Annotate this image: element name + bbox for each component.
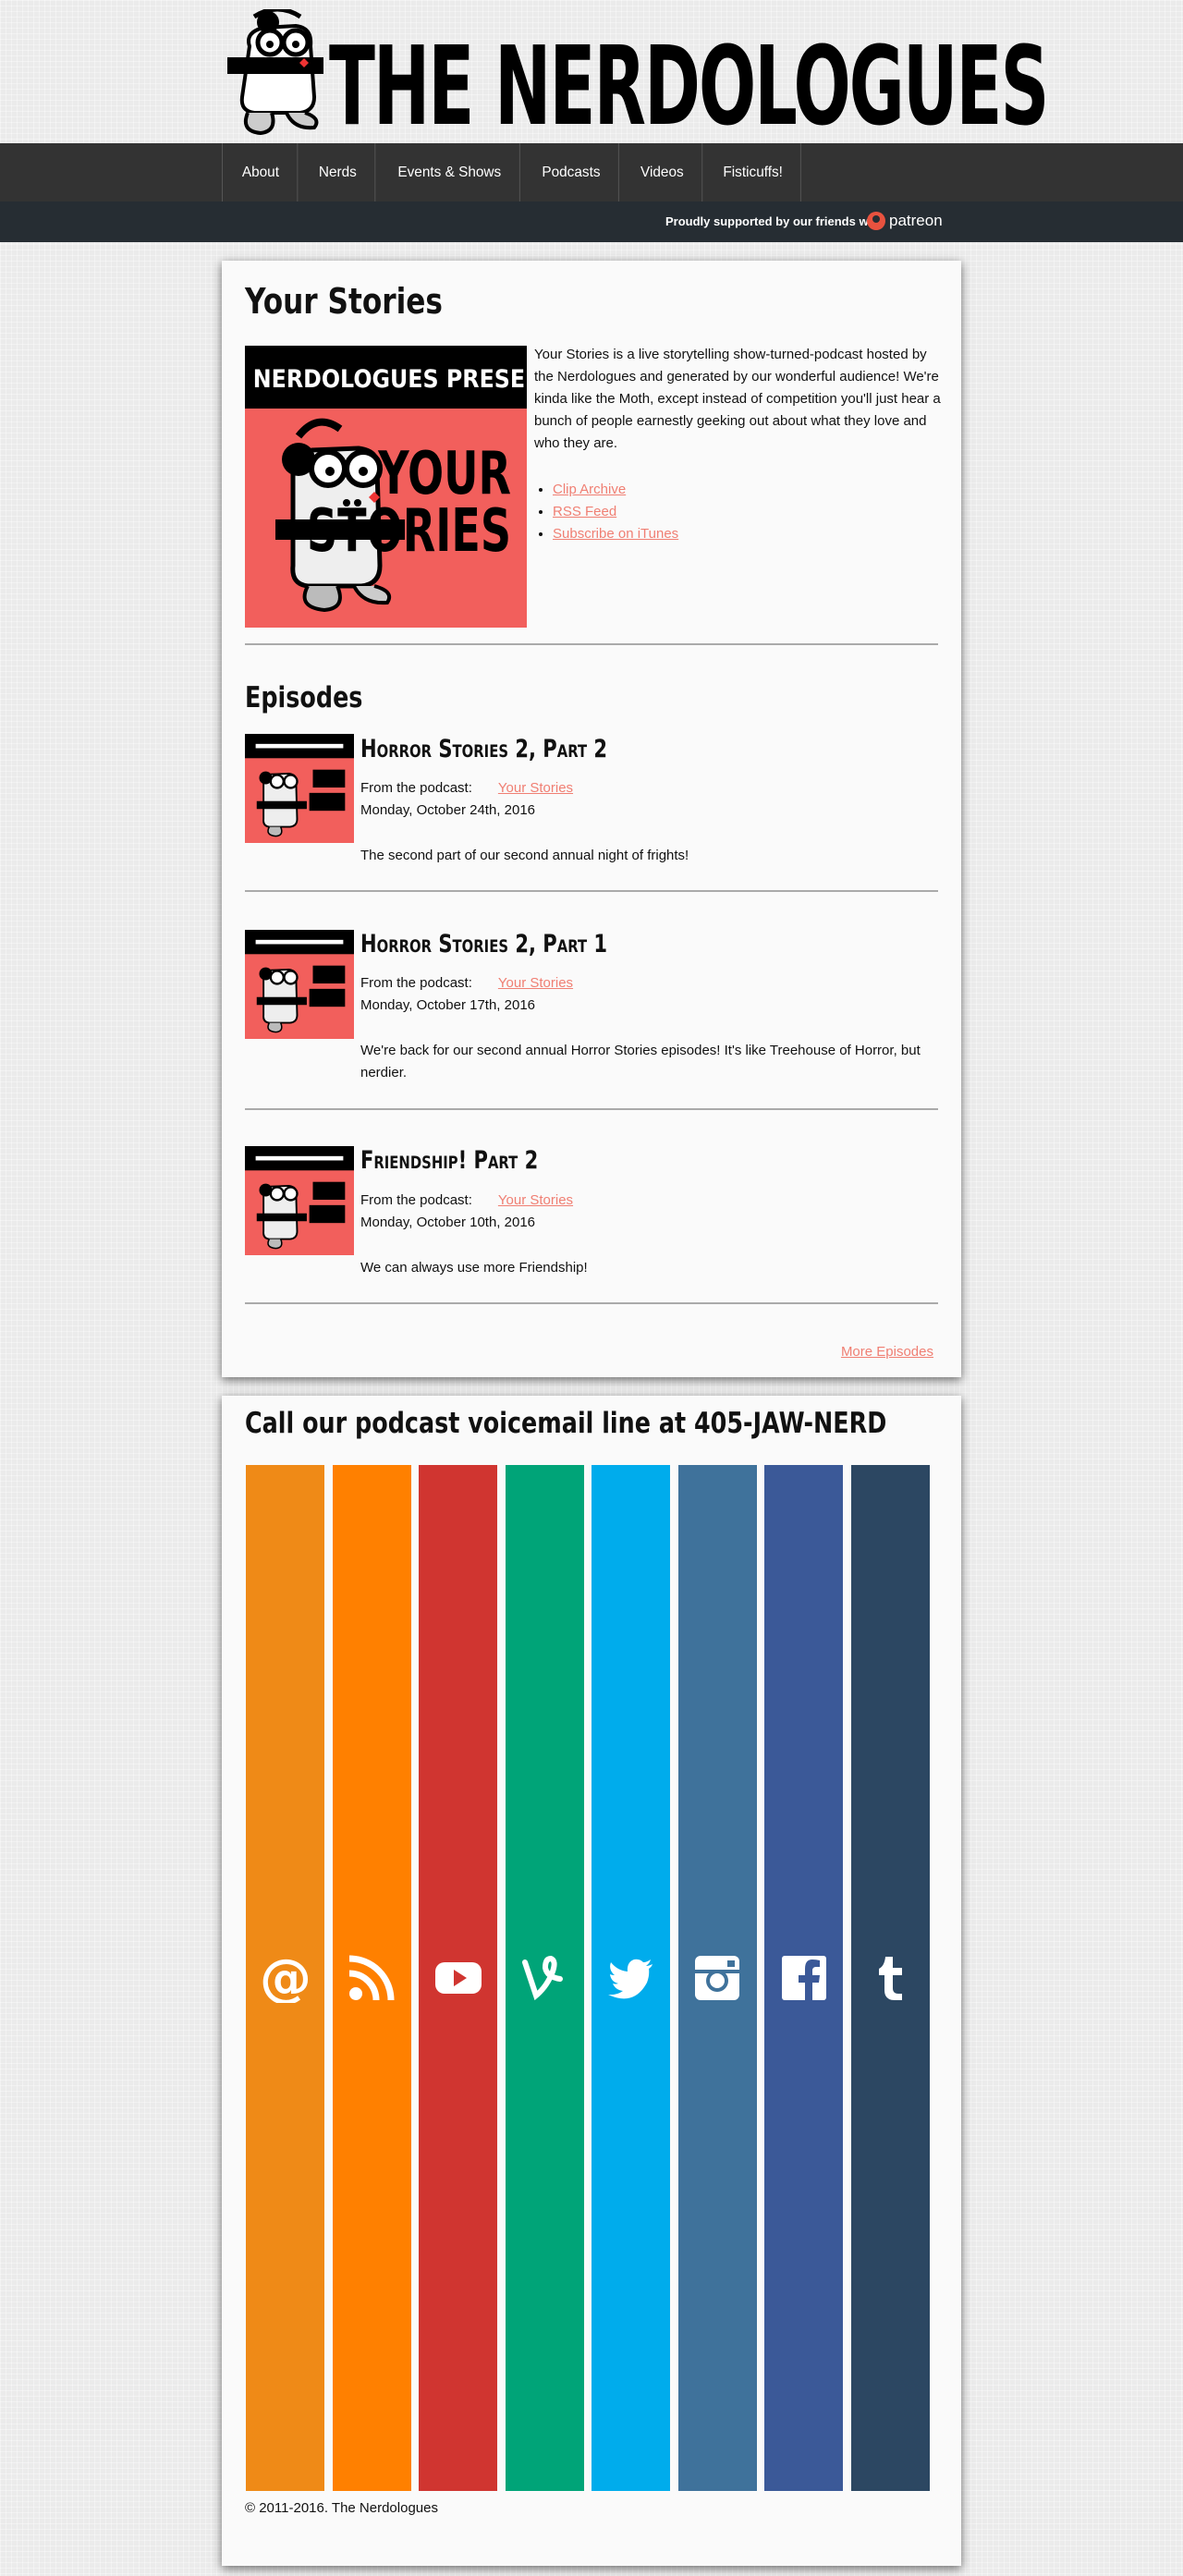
- main-nav: About Nerds Events & Shows Podcasts Vide…: [0, 143, 1183, 201]
- episode-title[interactable]: Friendship! Part 2: [360, 1146, 538, 1175]
- podcast-link[interactable]: Your Stories: [498, 975, 573, 991]
- episode-artwork: [243, 928, 356, 1041]
- nav-item-events-shows[interactable]: Events & Shows: [380, 143, 519, 201]
- podcast-card: Your Stories THE NERDOLOGUES PRESENTS YO…: [222, 261, 961, 1377]
- episode-meta: From the podcast: Your Stories: [360, 777, 573, 800]
- patreon-brand: patreon: [889, 212, 943, 229]
- clip-archive-link[interactable]: Clip Archive: [553, 482, 626, 497]
- social-youtube[interactable]: [419, 1465, 497, 2491]
- episode-meta: From the podcast: Your Stories: [360, 972, 573, 995]
- episode-artwork: [243, 1144, 356, 1257]
- social-links: @: [246, 1465, 937, 2491]
- patreon-link[interactable]: patreon: [867, 212, 943, 230]
- instagram-icon: [695, 1956, 739, 2000]
- svg-text:@: @: [261, 1953, 311, 2003]
- divider: [245, 643, 938, 645]
- podcast-link[interactable]: Your Stories: [498, 780, 573, 796]
- from-label: From the podcast:: [360, 1192, 472, 1208]
- nav-item-about[interactable]: About: [225, 143, 299, 201]
- vine-icon: [522, 1955, 563, 2001]
- episode-date: Monday, October 10th, 2016: [360, 1215, 536, 1230]
- support-bar: Proudly supported by our friends with pa…: [0, 201, 1183, 242]
- podcast-title: Your Stories: [245, 281, 443, 322]
- nav-item-videos[interactable]: Videos: [623, 143, 702, 201]
- divider: [245, 1108, 938, 1110]
- divider: [245, 1302, 938, 1304]
- nav-list: About Nerds Events & Shows Podcasts Vide…: [222, 143, 804, 201]
- nav-item-podcasts[interactable]: Podcasts: [524, 143, 619, 201]
- social-tumblr[interactable]: [850, 1465, 930, 2491]
- rss-icon: [348, 1955, 395, 2001]
- social-email[interactable]: @: [246, 1465, 324, 2491]
- social-rss[interactable]: [332, 1465, 411, 2491]
- divider: [245, 890, 938, 892]
- episode-description: We can always use more Friendship!: [360, 1260, 588, 1276]
- site-title: THE NERDOLOGUES: [329, 22, 1049, 150]
- podcast-link[interactable]: Your Stories: [498, 1192, 573, 1208]
- from-label: From the podcast:: [360, 780, 472, 796]
- youtube-icon: [434, 1962, 482, 1994]
- link-item: Subscribe on iTunes: [553, 523, 678, 545]
- episode-description: We're back for our second annual Horror …: [360, 1043, 921, 1080]
- copyright: © 2011-2016. The Nerdologues: [245, 2500, 438, 2516]
- art-top-text: THE NERDOLOGUES PRESENTS: [245, 364, 527, 394]
- itunes-subscribe-link[interactable]: Subscribe on iTunes: [553, 526, 678, 542]
- voicemail-card: Call our podcast voicemail line at 405-J…: [222, 1396, 961, 2566]
- link-item: Clip Archive: [553, 479, 678, 501]
- social-instagram[interactable]: [677, 1465, 757, 2491]
- rss-feed-link[interactable]: RSS Feed: [553, 504, 616, 519]
- episode-date: Monday, October 24th, 2016: [360, 802, 536, 818]
- episode-meta: From the podcast: Your Stories: [360, 1190, 573, 1212]
- facebook-icon: [781, 1956, 826, 2000]
- tumblr-icon: [879, 1957, 902, 2000]
- from-label: From the podcast:: [360, 975, 472, 991]
- site-header: THE NERDOLOGUES: [0, 0, 1183, 146]
- episode-title[interactable]: Horror Stories 2, Part 2: [360, 735, 607, 763]
- episode-artwork: [243, 732, 356, 845]
- mascot-logo-icon: [227, 9, 323, 136]
- nav-item-nerds[interactable]: Nerds: [300, 143, 375, 201]
- podcast-links: Clip Archive RSS Feed Subscribe on iTune…: [553, 479, 678, 545]
- nav-item-fisticuffs[interactable]: Fisticuffs!: [706, 143, 802, 201]
- social-vine[interactable]: [505, 1465, 584, 2491]
- art-title-line2: STORIES: [307, 496, 511, 566]
- support-text: Proudly supported by our friends with: [665, 214, 884, 228]
- episode-title[interactable]: Horror Stories 2, Part 1: [360, 930, 607, 958]
- email-icon: @: [261, 1953, 311, 2003]
- podcast-description: Your Stories is a live storytelling show…: [534, 347, 941, 451]
- social-twitter[interactable]: [592, 1465, 670, 2491]
- social-facebook[interactable]: [764, 1465, 843, 2491]
- more-episodes-link[interactable]: More Episodes: [841, 1344, 933, 1360]
- patreon-icon: [867, 212, 885, 230]
- site-logo[interactable]: THE NERDOLOGUES: [222, 9, 1049, 146]
- episode-description: The second part of our second annual nig…: [360, 848, 689, 863]
- link-item: RSS Feed: [553, 501, 678, 523]
- episodes-heading: Episodes: [245, 681, 363, 714]
- voicemail-heading: Call our podcast voicemail line at 405-J…: [245, 1407, 887, 1440]
- episode-date: Monday, October 17th, 2016: [360, 997, 536, 1013]
- twitter-icon: [607, 1959, 652, 1999]
- podcast-artwork: THE NERDOLOGUES PRESENTS YOUR STORIES: [245, 346, 527, 628]
